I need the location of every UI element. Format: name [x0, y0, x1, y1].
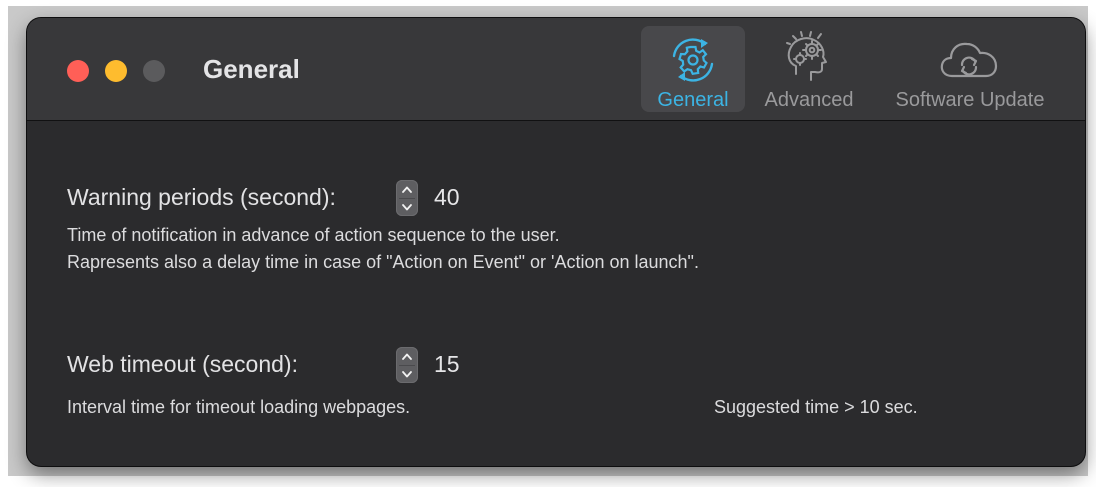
web-timeout-description: Interval time for timeout loading webpag… [67, 397, 411, 417]
head-gears-icon [755, 31, 863, 88]
warning-periods-description-line1: Time of notification in advance of actio… [67, 225, 560, 245]
preferences-window: General General Advanced Software Update… [27, 18, 1085, 466]
web-timeout-increment[interactable] [396, 347, 418, 365]
chevron-down-icon [402, 370, 412, 377]
chevron-down-icon [402, 203, 412, 210]
cloud-sync-icon [877, 32, 1063, 88]
chevron-up-icon [402, 186, 412, 193]
warning-periods-decrement[interactable] [396, 198, 418, 216]
web-timeout-label: Web timeout (second): [67, 351, 298, 377]
chevron-up-icon [402, 353, 412, 360]
toolbar-label-general: General [657, 89, 729, 111]
web-timeout-suggestion: Suggested time > 10 sec. [714, 397, 918, 417]
warning-periods-stepper[interactable] [396, 180, 418, 216]
warning-periods-value[interactable]: 40 [434, 184, 460, 211]
window-title: General [203, 54, 300, 84]
title-bar: General General Advanced Software Update [27, 18, 1085, 121]
toolbar-label-advanced: Advanced [764, 89, 854, 111]
general-pane: Warning periods (second): 40 Time of not… [27, 121, 1085, 466]
toolbar-tab-general[interactable]: General [641, 26, 745, 112]
toolbar-tab-advanced[interactable]: Advanced [755, 26, 863, 112]
web-timeout-stepper[interactable] [396, 347, 418, 383]
warning-periods-label: Warning periods (second): [67, 184, 336, 210]
toolbar-label-software-update: Software Update [895, 89, 1045, 111]
web-timeout-decrement[interactable] [396, 365, 418, 383]
web-timeout-value[interactable]: 15 [434, 351, 460, 378]
warning-periods-increment[interactable] [396, 180, 418, 198]
gear-sync-icon [641, 32, 745, 88]
toolbar-tab-software-update[interactable]: Software Update [877, 26, 1063, 112]
warning-periods-description-line2: Rapresents also a delay time in case of … [67, 252, 699, 272]
minimize-window-button[interactable] [105, 60, 127, 82]
zoom-window-button [143, 60, 165, 82]
close-window-button[interactable] [67, 60, 89, 82]
